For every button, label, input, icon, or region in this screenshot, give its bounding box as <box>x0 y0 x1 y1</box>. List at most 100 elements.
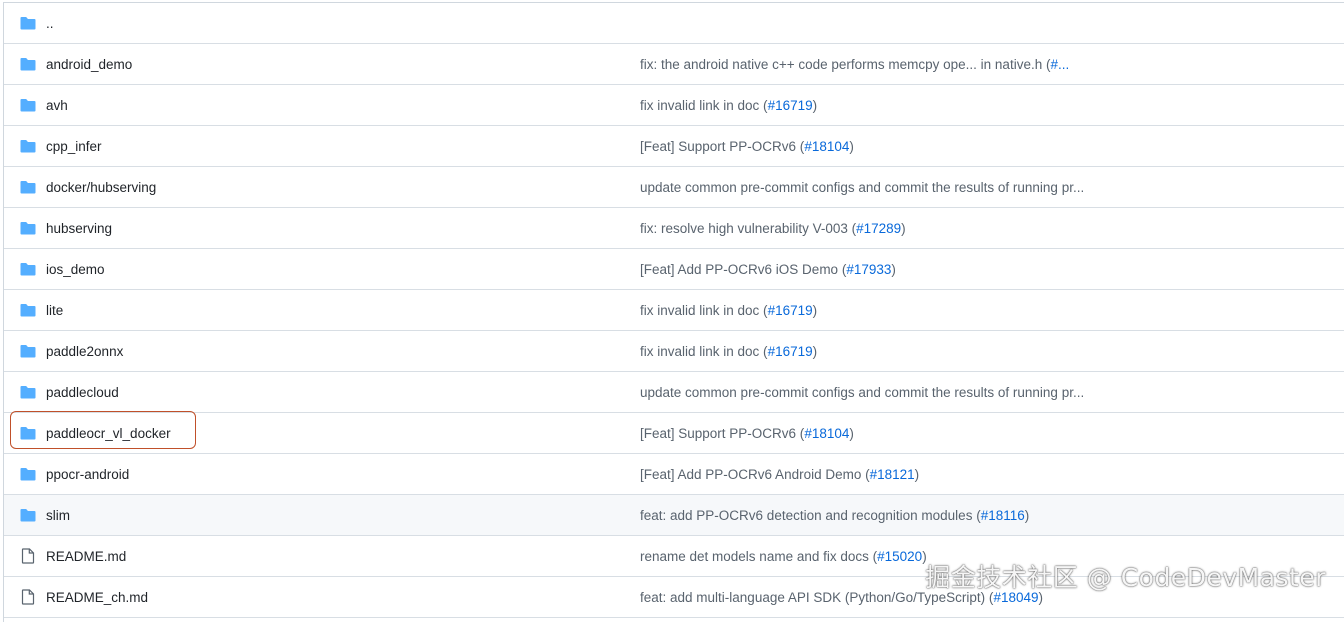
commit-message-link[interactable]: fix: the android native c++ code perform… <box>640 57 1050 72</box>
watermark: 掘金技术社区 @ CodeDevMaster <box>925 558 1326 594</box>
folder-icon <box>19 16 36 31</box>
folder-row[interactable]: docker/hubserving update common pre-commi… <box>4 167 1344 208</box>
folder-row[interactable]: hubserving fix: resolve high vulnerabilit… <box>4 208 1344 249</box>
item-name-link[interactable]: avh <box>46 98 68 113</box>
folder-row[interactable]: ppocr-android [Feat] Add PP-OCRv6 Android… <box>4 454 1344 495</box>
item-name-link[interactable]: ppocr-android <box>46 467 129 482</box>
closing-paren: ) <box>1025 508 1030 523</box>
pull-request-link[interactable]: #16719 <box>768 344 813 359</box>
item-name-link[interactable]: docker/hubserving <box>46 180 156 195</box>
closing-paren: ) <box>915 467 920 482</box>
file-icon <box>19 549 36 564</box>
commit-message-link[interactable]: update common pre-commit configs and com… <box>640 385 1084 400</box>
name-cell: avh <box>19 85 68 125</box>
folder-row[interactable]: ios_demo [Feat] Add PP-OCRv6 iOS Demo (#1… <box>4 249 1344 290</box>
commit-message-cell: fix invalid link in doc (#16719) <box>640 85 817 125</box>
pull-request-link[interactable]: #... <box>1050 57 1069 72</box>
commit-message-link[interactable]: fix invalid link in doc ( <box>640 98 768 113</box>
pull-request-link[interactable]: #16719 <box>768 98 813 113</box>
closing-paren: ) <box>813 98 818 113</box>
folder-icon <box>19 98 36 113</box>
commit-message-link[interactable]: [Feat] Support PP-OCRv6 ( <box>640 426 804 441</box>
item-name-link[interactable]: .. <box>46 16 54 31</box>
pull-request-link[interactable]: #15020 <box>877 549 922 564</box>
commit-message-cell: update common pre-commit configs and com… <box>640 372 1084 412</box>
name-cell: docker/hubserving <box>19 167 156 207</box>
name-cell: paddlecloud <box>19 372 119 412</box>
commit-message-link[interactable]: [Feat] Add PP-OCRv6 iOS Demo ( <box>640 262 846 277</box>
item-name-link[interactable]: README_ch.md <box>46 590 148 605</box>
item-name-link[interactable]: hubserving <box>46 221 112 236</box>
commit-message-link[interactable]: [Feat] Support PP-OCRv6 ( <box>640 139 804 154</box>
commit-message-cell: rename det models name and fix docs (#15… <box>640 536 927 576</box>
closing-paren: ) <box>901 221 906 236</box>
commit-message-cell: fix invalid link in doc (#16719) <box>640 331 817 371</box>
commit-message-cell: [Feat] Add PP-OCRv6 Android Demo (#18121… <box>640 454 919 494</box>
name-cell: README.md <box>19 536 126 576</box>
folder-icon <box>19 139 36 154</box>
name-cell: lite <box>19 290 63 330</box>
name-cell: ppocr-android <box>19 454 129 494</box>
commit-message-link[interactable]: fix invalid link in doc ( <box>640 303 768 318</box>
commit-message-link[interactable]: [Feat] Add PP-OCRv6 Android Demo ( <box>640 467 870 482</box>
pull-request-link[interactable]: #18104 <box>804 139 849 154</box>
folder-icon <box>19 221 36 236</box>
folder-icon <box>19 57 36 72</box>
folder-row[interactable]: lite fix invalid link in doc (#16719) <box>4 290 1344 331</box>
folder-row[interactable]: paddleocr_vl_docker [Feat] Support PP-OCR… <box>4 413 1344 454</box>
folder-row[interactable]: android_demo fix: the android native c++ … <box>4 44 1344 85</box>
folder-icon <box>19 344 36 359</box>
closing-paren: ) <box>891 262 896 277</box>
name-cell: paddle2onnx <box>19 331 123 371</box>
item-name-link[interactable]: README.md <box>46 549 126 564</box>
item-name-link[interactable]: lite <box>46 303 63 318</box>
item-name-link[interactable]: cpp_infer <box>46 139 102 154</box>
pull-request-link[interactable]: #17933 <box>846 262 891 277</box>
name-cell: ios_demo <box>19 249 105 289</box>
commit-message-cell: [Feat] Support PP-OCRv6 (#18104) <box>640 126 854 166</box>
file-icon <box>19 590 36 605</box>
name-cell: README_ch.md <box>19 577 148 617</box>
commit-message-link[interactable]: rename det models name and fix docs ( <box>640 549 877 564</box>
closing-paren: ) <box>849 139 854 154</box>
folder-icon <box>19 467 36 482</box>
commit-message-cell: fix: the android native c++ code perform… <box>640 44 1069 84</box>
pull-request-link[interactable]: #17289 <box>856 221 901 236</box>
item-name-link[interactable]: ios_demo <box>46 262 105 277</box>
folder-row[interactable]: paddle2onnx fix invalid link in doc (#167… <box>4 331 1344 372</box>
folder-icon <box>19 262 36 277</box>
pull-request-link[interactable]: #18104 <box>804 426 849 441</box>
folder-icon <box>19 180 36 195</box>
commit-message-cell: feat: add PP-OCRv6 detection and recogni… <box>640 495 1029 535</box>
folder-row[interactable]: cpp_infer [Feat] Support PP-OCRv6 (#18104… <box>4 126 1344 167</box>
folder-icon <box>19 303 36 318</box>
folder-icon <box>19 508 36 523</box>
name-cell: .. <box>19 3 54 43</box>
folder-row[interactable]: .. <box>4 3 1344 44</box>
name-cell: paddleocr_vl_docker <box>19 413 171 453</box>
commit-message-link[interactable]: feat: add PP-OCRv6 detection and recogni… <box>640 508 981 523</box>
item-name-link[interactable]: paddleocr_vl_docker <box>46 426 171 441</box>
pull-request-link[interactable]: #18121 <box>870 467 915 482</box>
commit-message-link[interactable]: fix invalid link in doc ( <box>640 344 768 359</box>
name-cell: slim <box>19 495 70 535</box>
commit-message-link[interactable]: fix: resolve high vulnerability V-003 ( <box>640 221 856 236</box>
name-cell: cpp_infer <box>19 126 102 166</box>
item-name-link[interactable]: slim <box>46 508 70 523</box>
commit-message-cell: [Feat] Add PP-OCRv6 iOS Demo (#17933) <box>640 249 896 289</box>
folder-icon <box>19 385 36 400</box>
folder-row[interactable]: slim feat: add PP-OCRv6 detection and rec… <box>4 495 1344 536</box>
commit-message-cell: [Feat] Support PP-OCRv6 (#18104) <box>640 413 854 453</box>
commit-message-cell: fix invalid link in doc (#16719) <box>640 290 817 330</box>
pull-request-link[interactable]: #18116 <box>981 508 1025 523</box>
item-name-link[interactable]: paddle2onnx <box>46 344 123 359</box>
folder-row[interactable]: avh fix invalid link in doc (#16719) <box>4 85 1344 126</box>
folder-row[interactable]: paddlecloud update common pre-commit conf… <box>4 372 1344 413</box>
item-name-link[interactable]: paddlecloud <box>46 385 119 400</box>
pull-request-link[interactable]: #16719 <box>768 303 813 318</box>
commit-message-cell: fix: resolve high vulnerability V-003 (#… <box>640 208 906 248</box>
file-list-table: .. android_demo fix: the android native c+… <box>3 2 1344 622</box>
item-name-link[interactable]: android_demo <box>46 57 132 72</box>
commit-message-link[interactable]: update common pre-commit configs and com… <box>640 180 1084 195</box>
name-cell: android_demo <box>19 44 132 84</box>
